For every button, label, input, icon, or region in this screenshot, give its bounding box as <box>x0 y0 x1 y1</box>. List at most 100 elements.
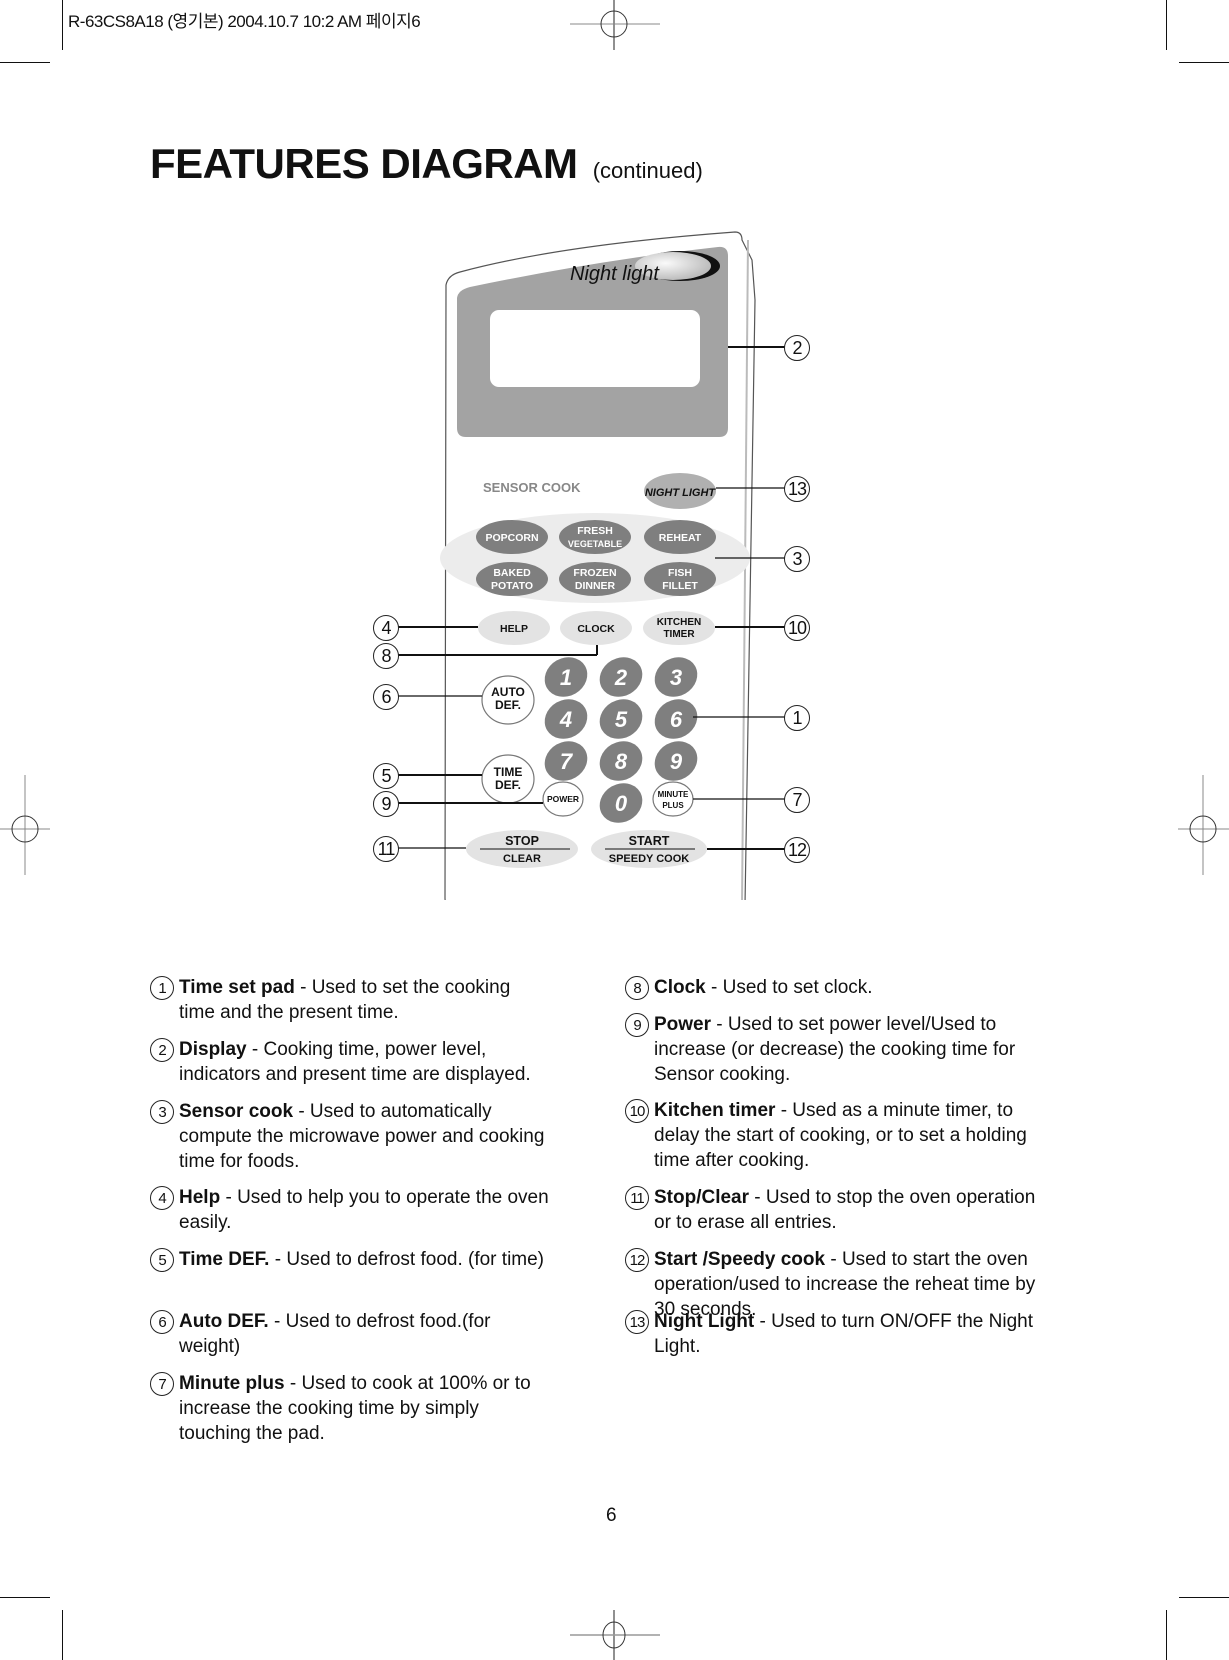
time-def-label: DEF. <box>495 778 521 792</box>
feature-number: 10 <box>625 1099 649 1123</box>
feature-number: 1 <box>150 976 174 1000</box>
callout-13: 13 <box>784 476 810 502</box>
speedy-cook-label: SPEEDY COOK <box>609 853 690 865</box>
popcorn-button[interactable]: POPCORN <box>476 520 548 554</box>
fresh-label: FRESH <box>577 525 613 537</box>
feature-item: 1 Time set pad - Used to set the cooking … <box>150 975 550 1025</box>
callout-5: 5 <box>373 763 399 789</box>
feature-name: Night Light <box>654 1311 755 1332</box>
feature-item: 9 Power - Used to set power level/Used to… <box>625 1012 1040 1087</box>
feature-text: Minute plus - Used to cook at 100% or to… <box>179 1371 550 1446</box>
feature-name: Power <box>654 1014 712 1035</box>
frozen-dinner-button[interactable]: FROZEN DINNER <box>559 562 631 596</box>
callout-6: 6 <box>373 684 399 710</box>
feature-item: 5 Time DEF. - Used to defrost food. (for … <box>150 1247 550 1272</box>
feature-name: Kitchen timer <box>654 1100 776 1121</box>
registration-mark-bottom <box>570 1610 660 1660</box>
feature-text: Clock - Used to set clock. <box>654 975 873 1000</box>
fish-fillet-button[interactable]: FISH FILLET <box>644 562 716 596</box>
feature-item: 2 Display - Cooking time, power level, in… <box>150 1037 550 1087</box>
clear-label: CLEAR <box>503 853 541 865</box>
sensor-cook-label: SENSOR COOK <box>483 480 581 495</box>
digit-label: 6 <box>670 707 683 732</box>
help-label: HELP <box>500 623 528 635</box>
auto-def-label: DEF. <box>495 698 521 712</box>
feature-name: Time set pad <box>179 977 295 998</box>
feature-description: - Used to help you to operate the oven e… <box>179 1187 549 1233</box>
callout-7: 7 <box>784 787 810 813</box>
timer-label: TIMER <box>663 629 695 640</box>
night-light-brand-label: Night light <box>570 263 660 285</box>
feature-number: 3 <box>150 1100 174 1124</box>
feature-number: 12 <box>625 1248 649 1272</box>
fish-label: FISH <box>668 567 692 579</box>
start-label: START <box>629 834 670 848</box>
auto-label: AUTO <box>491 685 525 699</box>
help-button[interactable]: HELP <box>478 611 550 645</box>
digit-label: 9 <box>670 749 683 774</box>
power-label: POWER <box>547 794 579 804</box>
feature-name: Stop/Clear <box>654 1187 750 1208</box>
crop-mark <box>1179 1597 1229 1598</box>
stop-clear-button[interactable]: STOP CLEAR <box>466 830 578 868</box>
clock-button[interactable]: CLOCK <box>560 611 632 645</box>
feature-item: 6 Auto DEF. - Used to defrost food.(for w… <box>150 1309 550 1359</box>
feature-text: Display - Cooking time, power level, ind… <box>179 1037 550 1087</box>
page-number: 6 <box>606 1505 617 1526</box>
plus-label: PLUS <box>662 801 684 810</box>
feature-number: 9 <box>625 1013 649 1037</box>
control-panel-diagram: Night light SENSOR COOK NIGHT LIGHT POPC… <box>398 231 785 900</box>
feature-number: 5 <box>150 1248 174 1272</box>
digit-label: 7 <box>560 749 574 774</box>
feature-name: Start /Speedy cook <box>654 1249 826 1270</box>
feature-number: 7 <box>150 1372 174 1396</box>
power-button[interactable]: POWER <box>542 781 584 817</box>
feature-description: - Used to defrost food. (for time) <box>269 1249 545 1270</box>
feature-number: 11 <box>625 1186 649 1210</box>
digit-label: 0 <box>615 791 628 816</box>
feature-item: 10 Kitchen timer - Used as a minute timer… <box>625 1098 1040 1173</box>
reheat-label: REHEAT <box>659 532 702 544</box>
kitchen-timer-button[interactable]: KITCHEN TIMER <box>643 611 715 645</box>
baked-potato-button[interactable]: BAKED POTATO <box>476 562 548 596</box>
auto-defrost-button[interactable]: AUTO DEF. <box>481 675 535 725</box>
feature-name: Minute plus <box>179 1373 285 1394</box>
reheat-button[interactable]: REHEAT <box>644 520 716 554</box>
minute-label: MINUTE <box>658 790 689 799</box>
start-speedy-cook-button[interactable]: START SPEEDY COOK <box>591 830 707 868</box>
digit-label: 4 <box>559 707 572 732</box>
feature-name: Help <box>179 1187 221 1208</box>
feature-item: 8 Clock - Used to set clock. <box>625 975 1040 1000</box>
crop-mark <box>62 1610 63 1660</box>
feature-text: Sensor cook - Used to automatically comp… <box>179 1099 550 1174</box>
kitchen-label: KITCHEN <box>657 617 701 628</box>
feature-name: Time DEF. <box>179 1249 270 1270</box>
feature-name: Display <box>179 1039 247 1060</box>
feature-text: Help - Used to help you to operate the o… <box>179 1185 550 1235</box>
feature-number: 8 <box>625 976 649 1000</box>
callout-10: 10 <box>784 615 810 641</box>
feature-name: Clock <box>654 977 706 998</box>
vegetable-label: VEGETABLE <box>568 539 622 549</box>
fillet-label: FILLET <box>662 580 698 592</box>
potato-label: POTATO <box>491 580 533 592</box>
baked-label: BAKED <box>493 567 531 579</box>
feature-number: 4 <box>150 1186 174 1210</box>
feature-text: Time set pad - Used to set the cooking t… <box>179 975 550 1025</box>
minute-plus-button[interactable]: MINUTE PLUS <box>652 781 694 817</box>
night-light-button-label: NIGHT LIGHT <box>645 487 717 499</box>
feature-description: - Used to set clock. <box>705 977 873 998</box>
night-light-button[interactable]: NIGHT LIGHT <box>644 473 716 509</box>
feature-item: 3 Sensor cook - Used to automatically com… <box>150 1099 550 1174</box>
feature-number: 2 <box>150 1038 174 1062</box>
feature-name: Auto DEF. <box>179 1311 269 1332</box>
crop-mark <box>1166 1610 1167 1660</box>
feature-text: Power - Used to set power level/Used to … <box>654 1012 1040 1087</box>
feature-text: Stop/Clear - Used to stop the oven opera… <box>654 1185 1040 1235</box>
frozen-label: FROZEN <box>573 567 616 579</box>
digit-label: 2 <box>614 665 628 690</box>
time-defrost-button[interactable]: TIME DEF. <box>481 754 535 804</box>
fresh-vegetable-button[interactable]: FRESH VEGETABLE <box>559 520 631 554</box>
feature-text: Night Light - Used to turn ON/OFF the Ni… <box>654 1309 1040 1359</box>
clock-label: CLOCK <box>577 623 615 635</box>
